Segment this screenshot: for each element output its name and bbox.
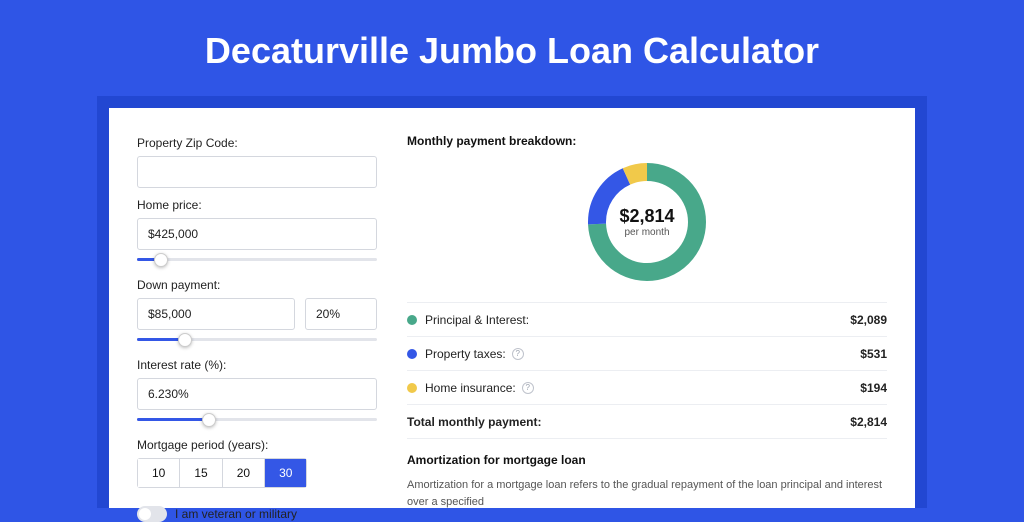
veteran-label: I am veteran or military (175, 507, 297, 521)
down-payment-input[interactable] (137, 298, 295, 330)
info-icon[interactable]: ? (512, 348, 524, 360)
donut-amount: $2,814 (619, 206, 674, 227)
amortization-body: Amortization for a mortgage loan refers … (407, 477, 887, 510)
legend-dot-icon (407, 383, 417, 393)
legend-value: $2,089 (850, 313, 887, 327)
rate-slider[interactable] (137, 412, 377, 428)
legend-row: Principal & Interest: $2,089 (407, 303, 887, 337)
donut-sub: per month (624, 227, 669, 238)
info-icon[interactable]: ? (522, 382, 534, 394)
legend-row: Home insurance:? $194 (407, 371, 887, 405)
amortization-title: Amortization for mortgage loan (407, 453, 887, 467)
legend-value: $531 (860, 347, 887, 361)
veteran-toggle[interactable] (137, 506, 167, 522)
legend-total-label: Total monthly payment: (407, 415, 842, 429)
rate-input[interactable] (137, 378, 377, 410)
period-30[interactable]: 30 (265, 459, 306, 487)
legend-dot-icon (407, 349, 417, 359)
period-15[interactable]: 15 (180, 459, 222, 487)
legend-value: $194 (860, 381, 887, 395)
breakdown-panel: Monthly payment breakdown: $2,814 per mo… (407, 126, 887, 490)
period-group: 10152030 (137, 458, 307, 488)
legend-total-value: $2,814 (850, 415, 887, 429)
down-payment-label: Down payment: (137, 278, 377, 292)
donut-chart: $2,814 per month (583, 158, 711, 286)
home-price-label: Home price: (137, 198, 377, 212)
zip-input[interactable] (137, 156, 377, 188)
form-panel: Property Zip Code: Home price: Down paym… (137, 126, 377, 490)
calculator-card: Property Zip Code: Home price: Down paym… (109, 108, 915, 508)
period-10[interactable]: 10 (138, 459, 180, 487)
amortization-section: Amortization for mortgage loan Amortizat… (407, 453, 887, 510)
legend-label: Home insurance:? (425, 381, 852, 395)
legend: Principal & Interest: $2,089 Property taxe… (407, 302, 887, 439)
legend-label: Principal & Interest: (425, 313, 842, 327)
home-price-input[interactable] (137, 218, 377, 250)
legend-total-row: Total monthly payment: $2,814 (407, 405, 887, 439)
breakdown-title: Monthly payment breakdown: (407, 134, 887, 148)
legend-row: Property taxes:? $531 (407, 337, 887, 371)
down-payment-slider[interactable] (137, 332, 377, 348)
period-label: Mortgage period (years): (137, 438, 377, 452)
rate-label: Interest rate (%): (137, 358, 377, 372)
card-shadow: Property Zip Code: Home price: Down paym… (97, 96, 927, 508)
legend-dot-icon (407, 315, 417, 325)
down-payment-pct-input[interactable] (305, 298, 377, 330)
period-20[interactable]: 20 (223, 459, 265, 487)
zip-label: Property Zip Code: (137, 136, 377, 150)
page-title: Decaturville Jumbo Loan Calculator (0, 0, 1024, 96)
home-price-slider[interactable] (137, 252, 377, 268)
legend-label: Property taxes:? (425, 347, 852, 361)
